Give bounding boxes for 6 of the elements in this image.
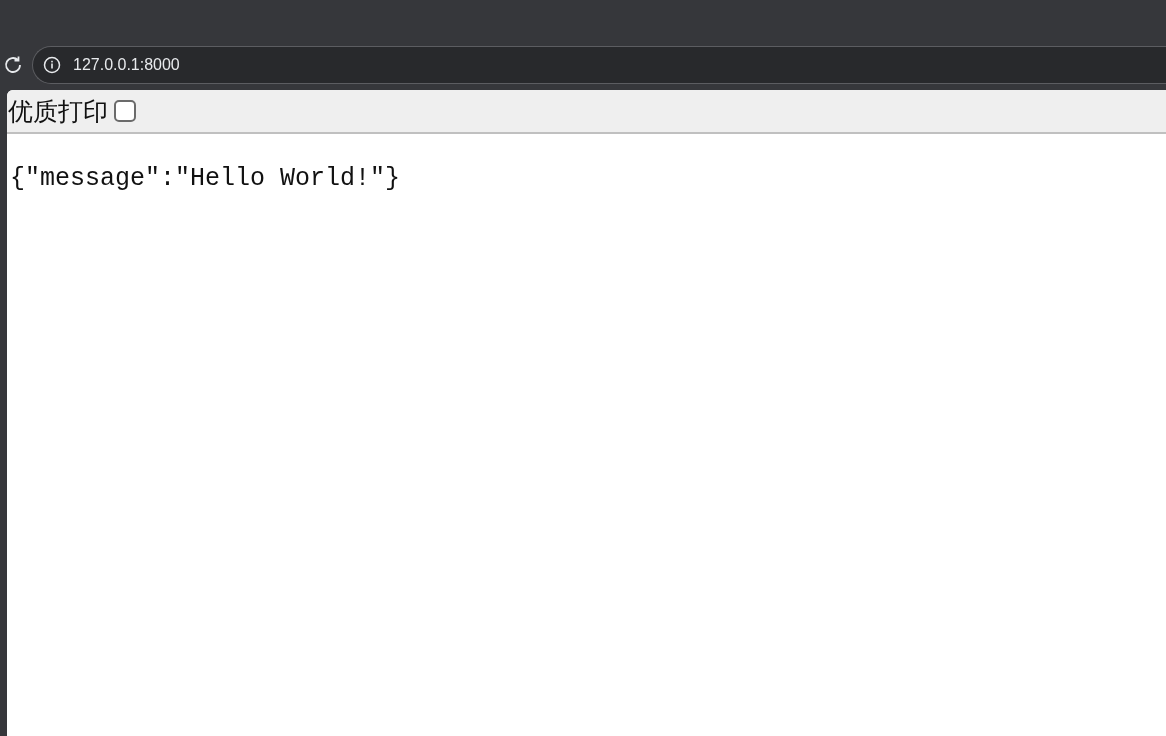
json-response-text: {"message":"Hello World!"} <box>10 164 402 193</box>
reload-icon[interactable] <box>2 54 24 76</box>
checkbox[interactable] <box>114 100 136 122</box>
print-label: 优质打印 <box>8 95 108 128</box>
address-bar[interactable]: 127.0.0.1:8000 <box>32 46 1166 84</box>
info-icon[interactable] <box>43 56 61 74</box>
